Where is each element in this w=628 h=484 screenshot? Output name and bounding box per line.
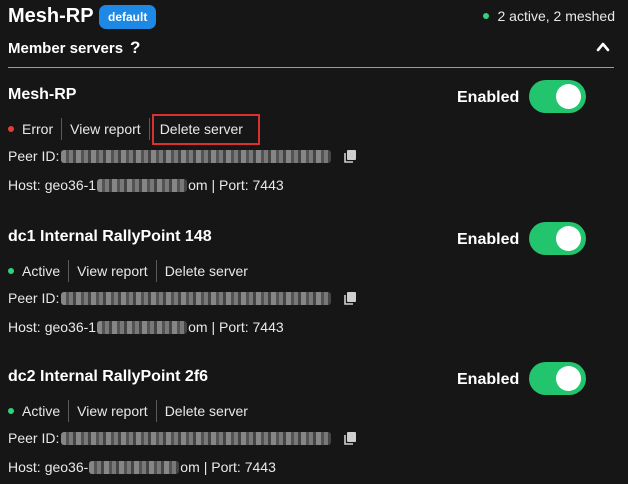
delete-server-link[interactable]: Delete server [165, 263, 248, 279]
server-status: Error [8, 121, 53, 137]
host-suffix: om [188, 319, 208, 335]
panel-header: Mesh-RP default 2 active, 2 meshed [0, 0, 628, 34]
server-item: Mesh-RP Enabled Error View report Delete… [0, 80, 628, 216]
enabled-toggle[interactable] [529, 362, 586, 395]
server-status-text: Error [22, 121, 54, 137]
toggle-knob [556, 226, 581, 251]
host-suffix: om [180, 459, 200, 475]
server-name: dc2 Internal RallyPoint 2f6 [8, 368, 209, 385]
host-label: Host: [8, 459, 41, 475]
server-item: dc2 Internal RallyPoint 2f6 Enabled Acti… [0, 362, 628, 484]
redacted-host [97, 178, 188, 192]
host-prefix: geo36- [44, 459, 89, 475]
server-status: Active [8, 403, 60, 419]
mesh-rp-panel: Mesh-RP default 2 active, 2 meshed Membe… [0, 0, 628, 484]
enabled-label: Enabled [457, 231, 520, 248]
status-summary: 2 active, 2 meshed [483, 8, 615, 24]
active-dot-icon [8, 408, 14, 414]
copy-icon[interactable] [343, 291, 357, 305]
enabled-toggle[interactable] [529, 222, 586, 255]
server-name: dc1 Internal RallyPoint 148 [8, 228, 212, 245]
server-actions: Active View report Delete server [8, 398, 248, 424]
enabled-label: Enabled [457, 371, 520, 388]
peer-id-label: Peer ID: [8, 430, 60, 446]
view-report-link[interactable]: View report [77, 263, 148, 279]
host-prefix: geo36-1 [44, 319, 97, 335]
status-summary-text: 2 active, 2 meshed [497, 8, 615, 24]
peer-id-row: Peer ID: [8, 148, 357, 164]
delete-server-link[interactable]: Delete server [151, 113, 260, 145]
port-text: | Port: 7443 [211, 177, 284, 193]
host-row: Host: geo36-1 om | Port: 7443 [8, 177, 284, 193]
enabled-label: Enabled [457, 89, 520, 106]
peer-id-label: Peer ID: [8, 148, 60, 164]
toggle-knob [556, 84, 581, 109]
redacted-host [89, 460, 180, 474]
host-label: Host: [8, 319, 41, 335]
member-servers-header[interactable]: Member servers ? [0, 36, 628, 64]
host-suffix: om [188, 177, 208, 193]
server-status-text: Active [22, 263, 61, 279]
chevron-up-icon[interactable] [596, 40, 610, 54]
status-dot-icon [483, 13, 490, 19]
enabled-toggle[interactable] [529, 80, 586, 113]
redacted-host [97, 320, 188, 334]
active-dot-icon [8, 268, 14, 274]
view-report-link[interactable]: View report [77, 403, 148, 419]
page-title: Mesh-RP [8, 5, 94, 27]
action-separator [155, 260, 157, 282]
port-text: | Port: 7443 [203, 459, 276, 475]
section-title: Member servers [8, 40, 124, 57]
server-status: Active [8, 263, 60, 279]
toggle-knob [556, 366, 581, 391]
server-item: dc1 Internal RallyPoint 148 Enabled Acti… [0, 222, 628, 358]
action-separator [68, 260, 70, 282]
action-separator [148, 118, 150, 140]
action-separator [155, 400, 157, 422]
action-separator [68, 400, 70, 422]
redacted-peer-id [61, 291, 332, 305]
copy-icon[interactable] [343, 149, 357, 163]
peer-id-row: Peer ID: [8, 430, 357, 446]
redacted-peer-id [61, 149, 332, 163]
help-icon[interactable]: ? [130, 38, 140, 58]
peer-id-label: Peer ID: [8, 290, 60, 306]
port-text: | Port: 7443 [211, 319, 284, 335]
host-prefix: geo36-1 [44, 177, 97, 193]
host-row: Host: geo36- om | Port: 7443 [8, 459, 276, 475]
default-badge: default [99, 5, 157, 29]
action-separator [61, 118, 63, 140]
server-name: Mesh-RP [8, 86, 77, 103]
section-divider [8, 67, 614, 68]
server-actions: Error View report Delete server [8, 113, 260, 145]
server-status-text: Active [22, 403, 61, 419]
delete-server-link[interactable]: Delete server [165, 403, 248, 419]
error-dot-icon [8, 126, 14, 132]
server-actions: Active View report Delete server [8, 258, 248, 284]
host-row: Host: geo36-1 om | Port: 7443 [8, 319, 284, 335]
peer-id-row: Peer ID: [8, 290, 357, 306]
host-label: Host: [8, 177, 41, 193]
redacted-peer-id [61, 431, 332, 445]
view-report-link[interactable]: View report [70, 121, 141, 137]
copy-icon[interactable] [343, 431, 357, 445]
